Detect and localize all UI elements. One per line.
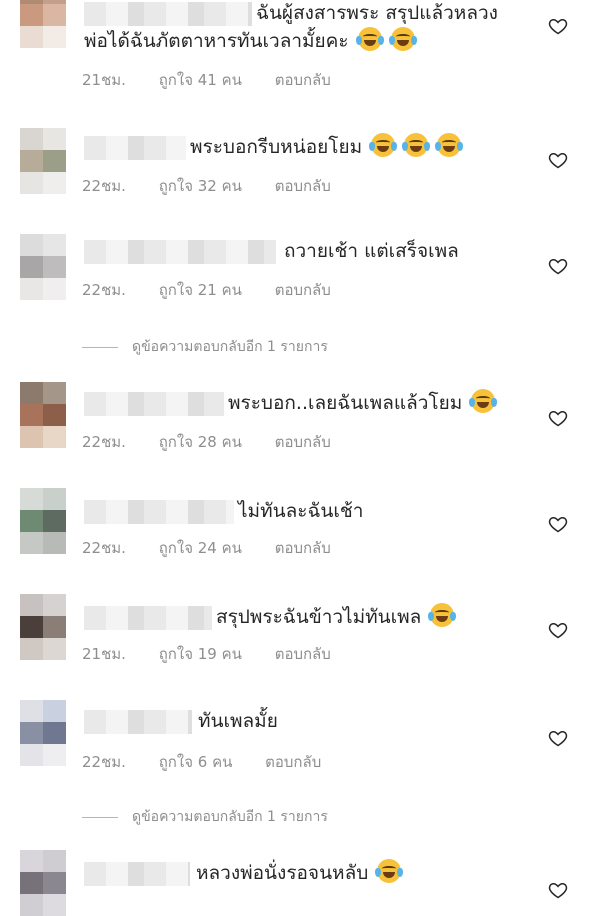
reply-link[interactable]: ตอบกลับ — [275, 433, 331, 451]
heart-outline-icon[interactable] — [548, 620, 568, 640]
like-count[interactable]: ถูกใจ 28 คน — [159, 433, 242, 451]
username[interactable] — [84, 500, 234, 524]
comment-text: ฉันผู้สงสารพระ สรุปแล้วหลวง — [256, 2, 498, 24]
comment-text: หลวงพ่อนั่งรอจนหลับ — [196, 858, 404, 888]
laughing-emoji-icon — [428, 603, 457, 627]
heart-outline-icon[interactable] — [548, 728, 568, 748]
comment-time: 21ชม. — [82, 645, 126, 663]
view-replies-label: ดูข้อความตอบกลับอีก 1 รายการ — [132, 339, 328, 355]
username[interactable] — [84, 136, 186, 160]
heart-outline-icon[interactable] — [548, 16, 568, 36]
heart-outline-icon[interactable] — [548, 514, 568, 534]
avatar[interactable] — [20, 488, 66, 554]
username[interactable] — [84, 2, 252, 26]
avatar[interactable] — [20, 382, 66, 448]
comment-text: ไม่ทันละฉันเช้า — [238, 500, 364, 522]
avatar[interactable] — [20, 234, 66, 300]
username[interactable] — [84, 240, 276, 264]
reply-link[interactable]: ตอบกลับ — [275, 281, 331, 299]
username[interactable] — [84, 392, 224, 416]
view-replies-link[interactable]: ดูข้อความตอบกลับอีก 1 รายการ — [82, 336, 328, 358]
avatar[interactable] — [20, 128, 66, 194]
username[interactable] — [84, 606, 212, 630]
view-replies-label: ดูข้อความตอบกลับอีก 1 รายการ — [132, 809, 328, 825]
laughing-emoji-icon — [355, 27, 384, 51]
laughing-emoji-icon — [435, 133, 464, 157]
divider — [82, 346, 118, 348]
comment-text: สรุปพระฉันข้าวไม่ทันเพล — [216, 602, 457, 632]
like-count[interactable]: ถูกใจ 32 คน — [159, 177, 242, 195]
comment-time: 21ชม. — [82, 71, 126, 89]
reply-link[interactable]: ตอบกลับ — [275, 645, 331, 663]
heart-outline-icon[interactable] — [548, 150, 568, 170]
heart-outline-icon[interactable] — [548, 256, 568, 276]
like-count[interactable]: ถูกใจ 24 คน — [159, 539, 242, 557]
username[interactable] — [84, 710, 192, 734]
reply-link[interactable]: ตอบกลับ — [275, 539, 331, 557]
laughing-emoji-icon — [402, 133, 431, 157]
like-count[interactable]: ถูกใจ 6 คน — [159, 753, 233, 771]
comment-meta: 22ชม. ถูกใจ 24 คน ตอบกลับ — [82, 536, 359, 560]
comment-time: 22ชม. — [82, 281, 126, 299]
avatar[interactable] — [20, 594, 66, 660]
username[interactable] — [84, 862, 190, 886]
comment-time: 22ชม. — [82, 539, 126, 557]
comment-text-continued: พ่อได้ฉันภัตตาหารทันเวลามั้ยคะ — [84, 26, 417, 56]
reply-link[interactable]: ตอบกลับ — [275, 71, 331, 89]
view-replies-link[interactable]: ดูข้อความตอบกลับอีก 1 รายการ — [82, 806, 328, 828]
reply-link[interactable]: ตอบกลับ — [275, 177, 331, 195]
comment-time: 22ชม. — [82, 433, 126, 451]
comment-text: พระบอก..เลยฉันเพลแล้วโยม — [228, 388, 498, 418]
comment-meta: 22ชม. ถูกใจ 32 คน ตอบกลับ — [82, 174, 359, 198]
heart-outline-icon[interactable] — [548, 408, 568, 428]
avatar[interactable] — [20, 850, 66, 916]
laughing-emoji-icon — [469, 389, 498, 413]
comment-meta: 21ชม. ถูกใจ 19 คน ตอบกลับ — [82, 642, 359, 666]
like-count[interactable]: ถูกใจ 21 คน — [159, 281, 242, 299]
reply-link[interactable]: ตอบกลับ — [265, 753, 321, 771]
comment-text: พระบอกรีบหน่อยโยม — [190, 132, 464, 162]
comment-time: 22ชม. — [82, 177, 126, 195]
divider — [82, 816, 118, 818]
comment-text: ถวายเช้า แต่เสร็จเพล — [284, 240, 459, 262]
comment-meta: 22ชม. ถูกใจ 21 คน ตอบกลับ — [82, 278, 359, 302]
avatar[interactable] — [20, 700, 66, 766]
like-count[interactable]: ถูกใจ 19 คน — [159, 645, 242, 663]
comment-meta: 22ชม. ถูกใจ 28 คน ตอบกลับ — [82, 430, 359, 454]
heart-outline-icon[interactable] — [548, 880, 568, 900]
comment-meta: 21ชม. ถูกใจ 41 คน ตอบกลับ — [82, 68, 359, 92]
comment-time: 22ชม. — [82, 753, 126, 771]
laughing-emoji-icon — [388, 27, 417, 51]
comment-meta: 22ชม. ถูกใจ 6 คน ตอบกลับ — [82, 750, 349, 774]
comment-text: ทันเพลมั้ย — [198, 710, 278, 732]
laughing-emoji-icon — [369, 133, 398, 157]
like-count[interactable]: ถูกใจ 41 คน — [159, 71, 242, 89]
laughing-emoji-icon — [375, 859, 404, 883]
avatar[interactable] — [20, 0, 66, 48]
